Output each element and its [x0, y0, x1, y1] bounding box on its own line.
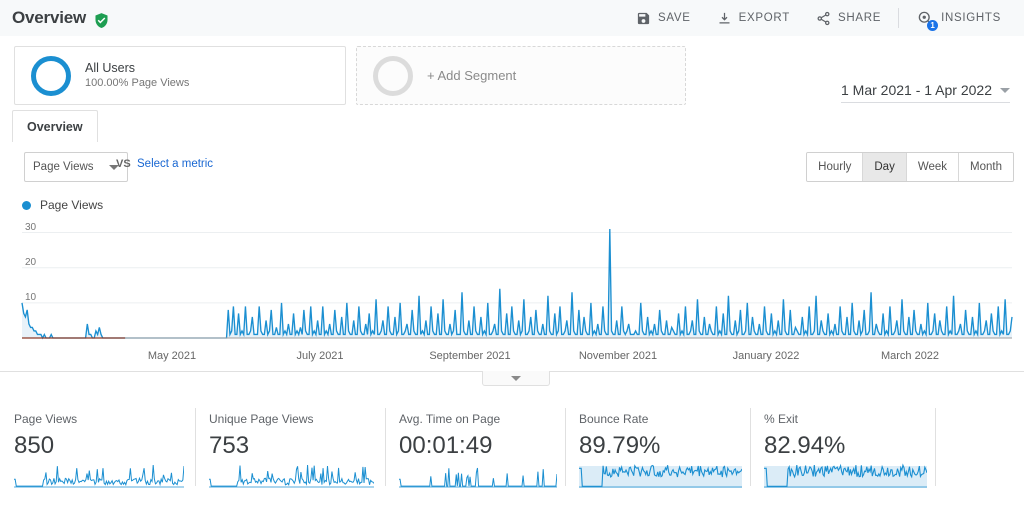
share-label: SHARE: [838, 12, 881, 24]
y-axis-tick-20: 20: [25, 257, 36, 268]
metric-cards: Page Views 850 Unique Page Views 753 Avg…: [0, 400, 1024, 500]
tab-overview[interactable]: Overview: [12, 110, 98, 143]
insights-label: INSIGHTS: [941, 12, 1001, 24]
metric-card-value: 82.94%: [764, 432, 935, 460]
page-header: Overview SAVE: [0, 0, 1024, 36]
vs-label: VS: [116, 158, 131, 170]
collapse-chart-button[interactable]: [482, 371, 550, 386]
chevron-down-icon: [1000, 88, 1010, 93]
chart-panel: Page Views VS Select a metric Hourly Day…: [0, 142, 1024, 382]
save-button[interactable]: SAVE: [623, 0, 704, 36]
metric-sparkline: [14, 462, 184, 488]
metric-card-value: 00:01:49: [399, 432, 565, 460]
metric-card-label: Avg. Time on Page: [399, 412, 565, 426]
verified-shield-check-icon: [93, 12, 110, 29]
select-a-metric-link[interactable]: Select a metric: [137, 158, 213, 170]
x-axis-label-march-2022: March 2022: [881, 350, 939, 362]
y-axis-tick-30: 30: [25, 222, 36, 233]
metric-sparkline: [764, 462, 927, 488]
metric-select[interactable]: Page Views: [24, 152, 128, 182]
insights-icon: 1: [916, 9, 934, 27]
chevron-down-icon: [511, 376, 521, 381]
cards-end-divider: [935, 408, 936, 486]
segment-bar: All Users 100.00% Page Views + Add Segme…: [0, 36, 1024, 111]
x-axis-label-may-2021: May 2021: [148, 350, 196, 362]
metric-card-value: 850: [14, 432, 195, 460]
save-disk-icon: [636, 11, 651, 26]
add-segment-label: + Add Segment: [427, 68, 516, 83]
metric-card-percent-exit[interactable]: % Exit 82.94%: [750, 400, 935, 496]
x-axis-label-november-2021: November 2021: [579, 350, 657, 362]
page-title: Overview: [12, 8, 86, 28]
export-label: EXPORT: [739, 12, 790, 24]
y-axis-tick-10: 10: [25, 292, 36, 303]
tab-overview-label: Overview: [27, 120, 83, 134]
legend-series-label: Page Views: [40, 198, 103, 212]
segment-all-users[interactable]: All Users 100.00% Page Views: [14, 46, 346, 105]
share-button[interactable]: SHARE: [803, 0, 894, 36]
granularity-hourly[interactable]: Hourly: [807, 153, 863, 181]
metric-select-value: Page Views: [33, 161, 94, 173]
granularity-day[interactable]: Day: [863, 153, 906, 181]
chart-plot-area[interactable]: 30 20 10: [0, 218, 1024, 348]
segment-name: All Users: [85, 61, 189, 76]
add-segment-ring-icon: [373, 56, 413, 96]
segment-subtext: 100.00% Page Views: [85, 76, 189, 91]
segment-text: All Users 100.00% Page Views: [85, 61, 189, 91]
metric-card-label: % Exit: [764, 412, 935, 426]
add-segment-button[interactable]: + Add Segment: [356, 46, 686, 105]
granularity-week[interactable]: Week: [907, 153, 959, 181]
legend-color-dot: [22, 201, 31, 210]
metric-sparkline: [209, 462, 374, 488]
metric-card-label: Unique Page Views: [209, 412, 385, 426]
granularity-toggle-group: Hourly Day Week Month: [806, 152, 1014, 182]
x-axis: May 2021 July 2021 September 2021 Novemb…: [0, 350, 1024, 372]
page-views-line-chart: [0, 218, 1024, 350]
tab-strip: Overview: [0, 110, 1024, 143]
metric-card-value: 753: [209, 432, 385, 460]
header-divider: [898, 8, 899, 28]
date-range-picker[interactable]: 1 Mar 2021 - 1 Apr 2022: [841, 82, 1010, 103]
x-axis-label-september-2021: September 2021: [429, 350, 510, 362]
metric-card-label: Page Views: [14, 412, 195, 426]
export-download-icon: [717, 11, 732, 26]
chart-legend: Page Views: [22, 198, 103, 212]
metric-card-page-views[interactable]: Page Views 850: [0, 400, 195, 496]
insights-badge-count: 1: [927, 20, 938, 31]
save-label: SAVE: [658, 12, 691, 24]
metric-sparkline: [579, 462, 742, 488]
chart-controls: Page Views VS Select a metric Hourly Day…: [0, 152, 1024, 184]
insights-button[interactable]: 1 INSIGHTS: [903, 0, 1014, 36]
x-axis-label-july-2021: July 2021: [296, 350, 343, 362]
granularity-month[interactable]: Month: [959, 153, 1013, 181]
analytics-overview-page: Overview SAVE: [0, 0, 1024, 508]
metric-card-value: 89.79%: [579, 432, 750, 460]
export-button[interactable]: EXPORT: [704, 0, 803, 36]
metric-sparkline: [399, 462, 557, 488]
header-actions: SAVE EXPORT SHARE: [623, 0, 1024, 36]
metric-card-label: Bounce Rate: [579, 412, 750, 426]
metric-card-avg-time-on-page[interactable]: Avg. Time on Page 00:01:49: [385, 400, 565, 496]
date-range-value: 1 Mar 2021 - 1 Apr 2022: [841, 82, 992, 98]
x-axis-label-january-2022: January 2022: [733, 350, 800, 362]
segment-ring-icon: [31, 56, 71, 96]
share-nodes-icon: [816, 11, 831, 26]
metric-card-bounce-rate[interactable]: Bounce Rate 89.79%: [565, 400, 750, 496]
metric-card-unique-page-views[interactable]: Unique Page Views 753: [195, 400, 385, 496]
